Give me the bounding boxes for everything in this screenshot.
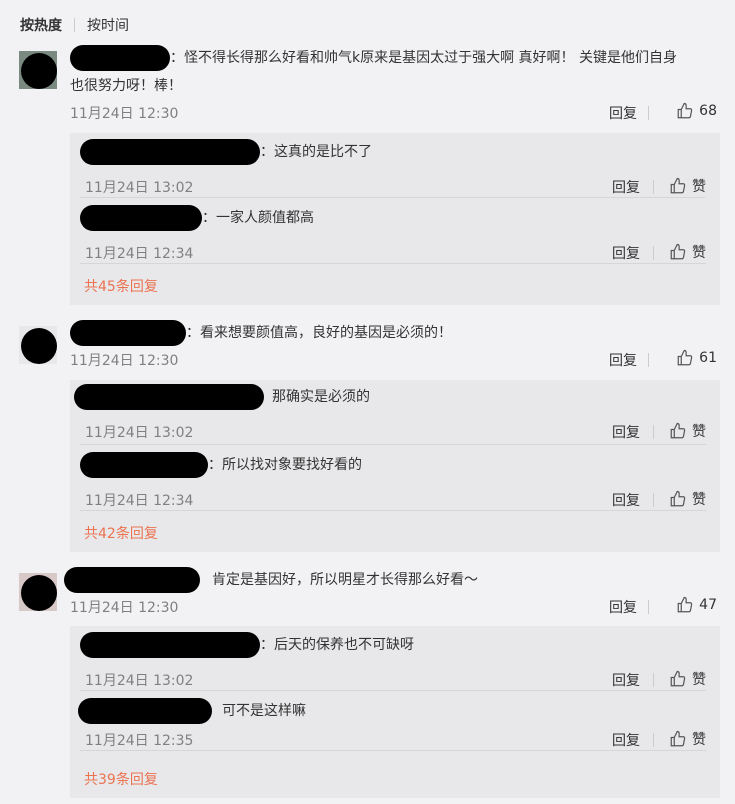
divider xyxy=(80,510,706,511)
like-count: 61 xyxy=(699,350,717,366)
reply-text: ：这真的是比不了 xyxy=(260,144,372,160)
replies-panel: ：这真的是比不了 11月24日 13:02 回复 赞 ：一家人颜值都高 11月2… xyxy=(70,133,720,305)
comment-meta: 11月24日 12:30 回复 68 xyxy=(70,102,717,123)
avatar[interactable] xyxy=(19,573,57,611)
comment-meta: 11月24日 12:30 回复 47 xyxy=(70,596,717,617)
reply-time: 11月24日 12:34 xyxy=(85,246,194,262)
thumbs-up-icon xyxy=(670,177,686,194)
divider xyxy=(80,263,706,264)
comment-time: 11月24日 12:30 xyxy=(70,353,179,369)
comment-meta: 11月24日 12:30 回复 61 xyxy=(70,349,717,370)
reply-time: 11月24日 12:35 xyxy=(85,733,194,749)
reply-text: ：后天的保养也不可缺呀 xyxy=(260,637,414,653)
like-button[interactable]: 61 xyxy=(676,349,717,367)
sort-by-hot-tab[interactable]: 按热度 xyxy=(20,15,62,35)
replies-panel: ：后天的保养也不可缺呀 11月24日 13:02 回复 赞 可不是这样嘛 11月… xyxy=(70,626,720,798)
reply-time: 11月24日 13:02 xyxy=(85,180,194,196)
like-button[interactable]: 47 xyxy=(676,596,717,614)
like-count: 68 xyxy=(699,103,717,119)
reply-button[interactable]: 回复 xyxy=(609,350,637,370)
more-replies-link[interactable]: 共42条回复 xyxy=(84,523,158,543)
divider xyxy=(80,750,706,751)
avatar[interactable] xyxy=(19,51,57,89)
avatar[interactable] xyxy=(19,326,57,364)
like-button[interactable]: 68 xyxy=(676,102,717,120)
thumbs-up-icon xyxy=(670,730,686,747)
reply-button[interactable]: 回复 xyxy=(612,243,640,263)
reply-item: ：一家人颜值都高 11月24日 12:34 回复 赞 xyxy=(80,205,706,265)
redacted-username[interactable] xyxy=(70,320,186,346)
reply-time: 11月24日 12:34 xyxy=(85,493,194,509)
reply-button[interactable]: 回复 xyxy=(609,597,637,617)
comment-text: ：怪不得长得那么好看和帅气k原来是基因太过于强大啊 真好啊！ 关键是他们自身 xyxy=(70,44,717,72)
redacted-username[interactable] xyxy=(74,384,264,410)
reply-text: ：一家人颜值都高 xyxy=(202,210,314,226)
like-button[interactable]: 赞 xyxy=(669,176,706,196)
thumbs-up-icon xyxy=(677,349,693,366)
thumbs-up-icon xyxy=(670,243,686,260)
reply-button[interactable]: 回复 xyxy=(612,670,640,690)
reply-text: ：所以找对象要找好看的 xyxy=(208,457,362,473)
redacted-username[interactable] xyxy=(70,45,170,71)
thumbs-up-icon xyxy=(670,422,686,439)
sort-by-time-tab[interactable]: 按时间 xyxy=(87,15,129,35)
comment-time: 11月24日 12:30 xyxy=(70,600,179,616)
redacted-username[interactable] xyxy=(80,139,260,165)
reply-button[interactable]: 回复 xyxy=(612,490,640,510)
divider xyxy=(80,444,706,445)
reply-button[interactable]: 回复 xyxy=(612,422,640,442)
sort-bar: 按热度 按时间 xyxy=(20,14,129,36)
reply-text: 那确实是必须的 xyxy=(272,389,370,405)
like-count: 47 xyxy=(699,597,717,613)
redacted-username[interactable] xyxy=(78,698,212,724)
reply-item: 那确实是必须的 11月24日 13:02 回复 赞 xyxy=(74,384,706,444)
comment-text-continued: 也很努力呀！棒！ xyxy=(70,78,182,94)
reply-item: ：所以找对象要找好看的 11月24日 12:34 回复 赞 xyxy=(80,452,706,512)
divider xyxy=(80,197,706,198)
like-button[interactable]: 赞 xyxy=(669,421,706,441)
reply-button[interactable]: 回复 xyxy=(609,103,637,123)
reply-button[interactable]: 回复 xyxy=(612,730,640,750)
thumbs-up-icon xyxy=(677,596,693,613)
thumbs-up-icon xyxy=(677,102,693,119)
redacted-username[interactable] xyxy=(80,452,208,478)
reply-item: ：这真的是比不了 11月24日 13:02 回复 赞 xyxy=(80,139,706,199)
thumbs-up-icon xyxy=(670,490,686,507)
thumbs-up-icon xyxy=(670,670,686,687)
reply-time: 11月24日 13:02 xyxy=(85,425,194,441)
redacted-username[interactable] xyxy=(64,567,200,593)
reply-button[interactable]: 回复 xyxy=(612,177,640,197)
reply-item: ：后天的保养也不可缺呀 11月24日 13:02 回复 赞 xyxy=(80,632,706,692)
like-button[interactable]: 赞 xyxy=(669,669,706,689)
divider xyxy=(74,18,75,32)
more-replies-link[interactable]: 共39条回复 xyxy=(84,769,158,789)
reply-text: 可不是这样嘛 xyxy=(222,703,306,719)
comment-time: 11月24日 12:30 xyxy=(70,106,179,122)
redacted-username[interactable] xyxy=(80,205,202,231)
redacted-username[interactable] xyxy=(80,632,260,658)
reply-time: 11月24日 13:02 xyxy=(85,673,194,689)
comment-text: ：看来想要颜值高，良好的基因是必须的！ xyxy=(70,319,717,347)
like-button[interactable]: 赞 xyxy=(669,489,706,509)
reply-item: 可不是这样嘛 11月24日 12:35 回复 赞 xyxy=(78,698,706,758)
like-button[interactable]: 赞 xyxy=(669,242,706,262)
divider xyxy=(80,690,706,691)
like-button[interactable]: 赞 xyxy=(669,729,706,749)
comment-text: 肯定是基因好，所以明星才长得那么好看～ xyxy=(64,566,717,594)
replies-panel: 那确实是必须的 11月24日 13:02 回复 赞 ：所以找对象要找好看的 11… xyxy=(70,380,720,552)
more-replies-link[interactable]: 共45条回复 xyxy=(84,276,158,296)
